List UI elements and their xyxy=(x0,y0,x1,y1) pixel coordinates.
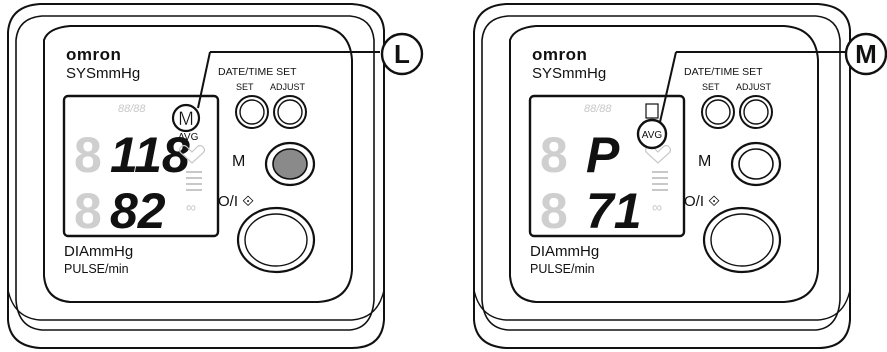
sys-label: SYSmmHg xyxy=(66,65,140,82)
adjust-button-inner xyxy=(277,99,303,125)
lcd-ghost-digit: 8 xyxy=(74,127,102,183)
set-button-inner xyxy=(239,99,265,125)
m-label: M xyxy=(698,153,711,170)
pulse-label: PULSE/min xyxy=(64,262,129,276)
lcd-ghost-digit: 8 xyxy=(74,183,102,239)
dia-value: 82 xyxy=(110,183,166,239)
sys-value: P xyxy=(586,127,620,183)
power-label: O/I ⟐ xyxy=(684,193,720,210)
memory-button-inner xyxy=(738,148,774,180)
diagram-canvas: omron SYSmmHg 88/88 8 8 118 82 ∞ AVG M L… xyxy=(7,3,887,349)
lcd-ghost-digit: 8 xyxy=(540,127,568,183)
callout-letter: L xyxy=(394,39,410,69)
memory-button-pressed xyxy=(272,148,308,180)
brand-logo: omron xyxy=(532,45,587,64)
set-label: SET xyxy=(236,82,254,92)
set-label: SET xyxy=(702,82,720,92)
callout-letter: M xyxy=(855,39,877,69)
dia-label: DIAmmHg xyxy=(64,243,133,260)
brand-logo: omron xyxy=(66,45,121,64)
lcd-date-ghost: 88/88 xyxy=(584,103,612,115)
dia-label: DIAmmHg xyxy=(530,243,599,260)
date-time-label: DATE/TIME SET xyxy=(684,66,763,78)
memory-indicator: M xyxy=(178,109,194,130)
avg-label: AVG xyxy=(642,130,663,141)
adjust-button-inner xyxy=(743,99,769,125)
lcd-ghost-digit: 8 xyxy=(540,183,568,239)
pulse-label: PULSE/min xyxy=(530,262,595,276)
power-button-inner xyxy=(710,213,774,267)
power-label: O/I ⟐ xyxy=(218,193,254,210)
battery-icon: ∞ xyxy=(652,199,662,215)
lcd-date-ghost: 88/88 xyxy=(118,103,146,115)
device-left: omron SYSmmHg 88/88 8 8 118 82 ∞ AVG M L… xyxy=(7,3,424,349)
date-time-label: DATE/TIME SET xyxy=(218,66,297,78)
m-label: M xyxy=(232,153,245,170)
adjust-label: ADJUST xyxy=(736,82,772,92)
sys-label: SYSmmHg xyxy=(532,65,606,82)
device-right: omron SYSmmHg 88/88 8 8 P 71 ∞ AVG M DAT… xyxy=(473,3,887,349)
pulse-value: 71 xyxy=(586,183,642,239)
battery-icon: ∞ xyxy=(186,199,196,215)
set-button-inner xyxy=(705,99,731,125)
adjust-label: ADJUST xyxy=(270,82,306,92)
avg-label: AVG xyxy=(178,132,199,143)
power-button-inner xyxy=(244,213,308,267)
